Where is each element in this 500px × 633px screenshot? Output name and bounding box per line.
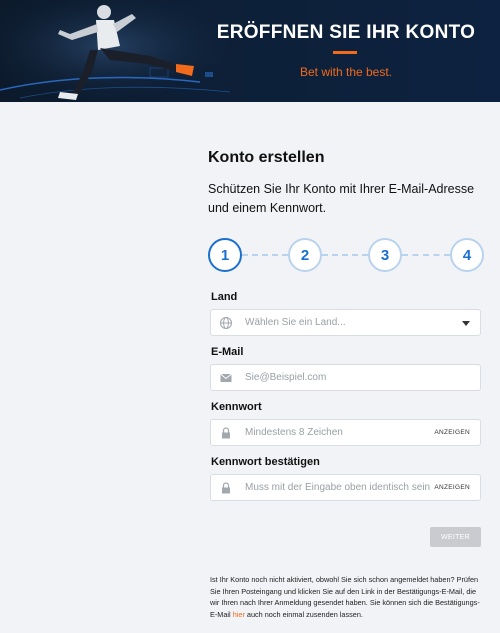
chevron-down-icon	[462, 321, 470, 326]
show-password-confirm-button[interactable]: ANZEIGEN	[434, 484, 470, 491]
step-connector	[322, 254, 368, 256]
step-4: 4	[450, 238, 484, 272]
password-confirm-placeholder: Muss mit der Eingabe oben identisch sein	[245, 482, 431, 493]
password-field[interactable]: Mindestens 8 Zeichen ANZEIGEN	[210, 419, 481, 446]
lock-icon	[222, 482, 230, 494]
resend-email-link[interactable]: hier	[233, 610, 245, 619]
step-connector	[402, 254, 450, 256]
activation-notice-text-end: auch noch einmal zusenden lassen.	[244, 609, 363, 619]
show-password-button[interactable]: ANZEIGEN	[434, 429, 470, 436]
email-field[interactable]: Sie@Beispiel.com	[210, 364, 481, 391]
email-placeholder: Sie@Beispiel.com	[245, 372, 327, 383]
email-label: E-Mail	[211, 346, 244, 358]
password-placeholder: Mindestens 8 Zeichen	[245, 427, 343, 438]
step-connector	[242, 254, 288, 256]
next-button[interactable]: WEITER	[430, 527, 481, 547]
country-label: Land	[211, 291, 238, 303]
password-label: Kennwort	[211, 401, 262, 413]
hero-title: ERÖFFNEN SIE IHR KONTO	[216, 22, 476, 43]
country-select-value: Wählen Sie ein Land...	[245, 317, 346, 328]
step-3: 3	[368, 238, 402, 272]
activation-notice: Ist Ihr Konto noch nicht aktiviert, obwo…	[210, 574, 485, 620]
progress-stepper: 1 2 3 4	[208, 238, 484, 272]
page-title: Konto erstellen	[208, 149, 325, 166]
lock-icon	[222, 427, 230, 439]
globe-icon	[219, 316, 233, 330]
envelope-icon	[220, 373, 232, 382]
password-confirm-field[interactable]: Muss mit der Eingabe oben identisch sein…	[210, 474, 481, 501]
hero-tagline: Bet with the best.	[299, 65, 393, 79]
footballer-illustration	[0, 0, 240, 102]
intro-text: Schützen Sie Ihr Konto mit Ihrer E-Mail-…	[208, 182, 475, 215]
step-2: 2	[288, 238, 322, 272]
step-1: 1	[208, 238, 242, 272]
password-confirm-label: Kennwort bestätigen	[211, 456, 320, 468]
hero-title-underline	[333, 51, 357, 54]
country-select[interactable]: Wählen Sie ein Land...	[210, 309, 481, 336]
hero-banner: ERÖFFNEN SIE IHR KONTO Bet with the best…	[0, 0, 500, 102]
